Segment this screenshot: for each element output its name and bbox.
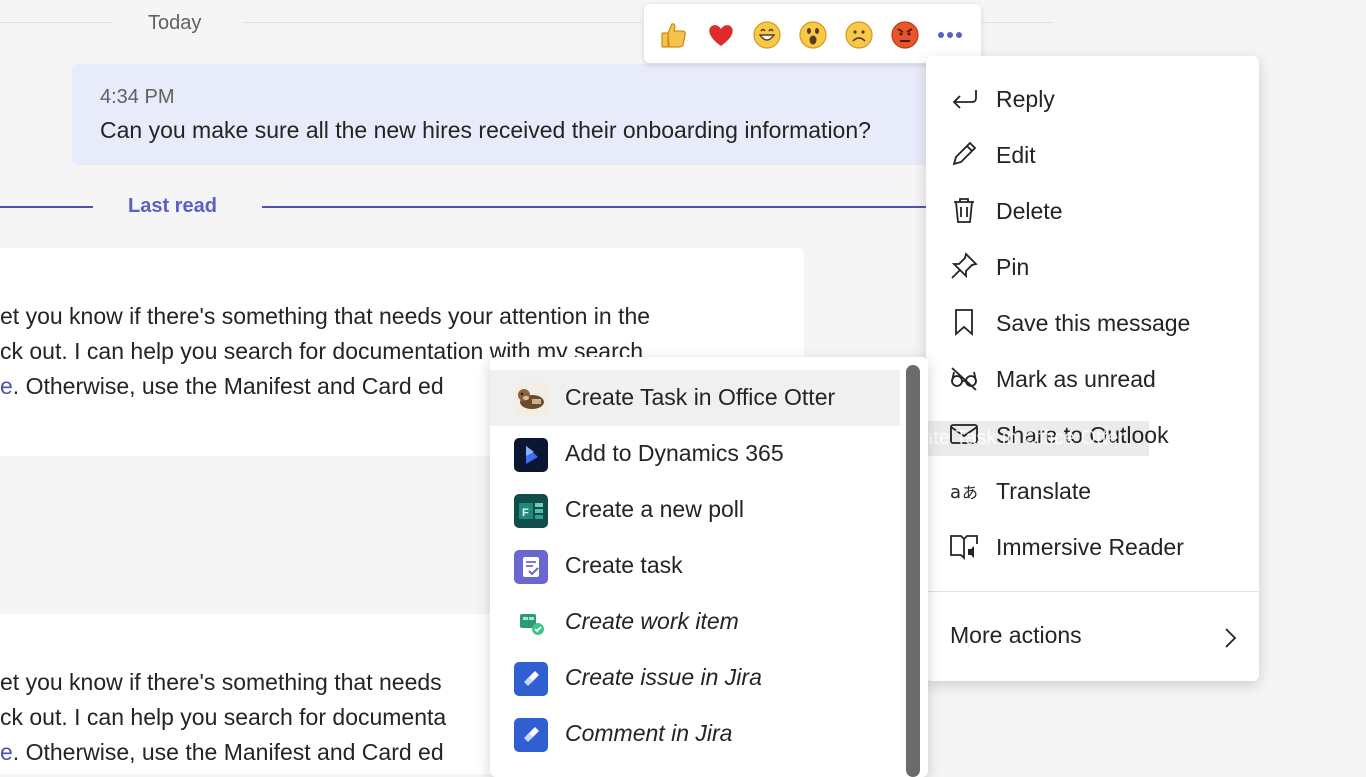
menu-item-mark-unread[interactable]: Mark as unread: [926, 350, 1259, 406]
bot-message-link[interactable]: e: [0, 739, 13, 765]
sent-message-bubble[interactable]: 4:34 PM Can you make sure all the new hi…: [72, 64, 972, 165]
dynamics-365-icon: [514, 438, 548, 472]
svg-text:あ: あ: [962, 483, 978, 502]
bot-message-line: e. Otherwise, use the Manifest and Card …: [0, 739, 444, 766]
bot-message-line: e. Otherwise, use the Manifest and Card …: [0, 373, 444, 400]
surprised-icon[interactable]: [798, 20, 827, 49]
submenu-item-label: Create Task in Office Otter: [565, 384, 836, 410]
bot-message-text: . Otherwise, use the Manifest and Card e…: [12, 373, 444, 399]
submenu-item-label: Comment in Jira: [565, 720, 733, 746]
date-divider-label: Today: [148, 12, 202, 34]
bot-message-line: et you know if there's something that ne…: [0, 669, 442, 695]
menu-item-label: Immersive Reader: [996, 534, 1184, 560]
menu-item-save-message[interactable]: Save this message: [926, 294, 1259, 350]
submenu-scrollbar[interactable]: [906, 365, 920, 777]
bot-message-text: . Otherwise, use the Manifest and Card e…: [12, 739, 444, 765]
reaction-bar: [644, 4, 981, 63]
trash-icon: [954, 198, 974, 223]
submenu-item-label: Create task: [565, 552, 683, 578]
menu-item-label: Mark as unread: [996, 366, 1156, 392]
pencil-icon: [952, 141, 977, 166]
last-read-line-left: [0, 206, 93, 208]
immersive-reader-icon: [950, 535, 978, 561]
jira-icon: [514, 718, 548, 752]
message-timestamp: 4:34 PM: [100, 86, 175, 108]
angry-icon[interactable]: [890, 20, 919, 49]
more-actions-label: More actions: [950, 622, 1082, 648]
bot-message-line: ck out. I can help you search for docume…: [0, 704, 447, 730]
submenu-item-label: Create issue in Jira: [565, 664, 762, 690]
svg-text:a: a: [950, 482, 961, 503]
last-read-line-right: [262, 206, 926, 208]
menu-item-delete[interactable]: Delete: [926, 182, 1259, 238]
menu-item-label: Edit: [996, 142, 1036, 168]
thumbs-up-icon[interactable]: [659, 20, 687, 48]
last-read-label: Last read: [128, 195, 217, 217]
bot-message-link[interactable]: e: [0, 373, 13, 399]
message-text: Can you make sure all the new hires rece…: [100, 117, 871, 143]
translate-icon: aあ: [950, 482, 978, 503]
more-actions-item[interactable]: More actions: [926, 609, 1259, 665]
office-otter-icon: [514, 382, 548, 416]
submenu-item-dynamics-365[interactable]: Add to Dynamics 365: [490, 426, 900, 482]
svg-text:F: F: [522, 507, 529, 519]
today-divider-left: [0, 22, 112, 23]
menu-item-pin[interactable]: Pin: [926, 238, 1259, 294]
menu-item-label: Delete: [996, 198, 1063, 224]
bot-message-line: et you know if there's something that ne…: [0, 303, 651, 329]
submenu-item-create-task[interactable]: Create task: [490, 538, 900, 594]
menu-item-reply[interactable]: Reply: [926, 70, 1259, 126]
today-divider-right-2: [982, 22, 1054, 23]
chevron-right-icon: [1225, 628, 1237, 648]
work-item-icon: [514, 606, 548, 640]
menu-item-label: Translate: [996, 478, 1092, 504]
submenu-item-office-otter[interactable]: Create Task in Office Otter: [490, 370, 900, 426]
submenu-item-work-item[interactable]: Create work item: [490, 594, 900, 650]
submenu-item-new-poll[interactable]: F Create a new poll: [490, 482, 900, 538]
heart-icon[interactable]: [706, 20, 734, 48]
glasses-off-icon: [951, 367, 977, 391]
menu-item-immersive-reader[interactable]: Immersive Reader: [926, 518, 1259, 574]
submenu-item-jira-issue[interactable]: Create issue in Jira: [490, 650, 900, 706]
submenu-item-label: Add to Dynamics 365: [565, 440, 784, 466]
pin-icon: [951, 252, 978, 279]
more-actions-submenu: Create Task in Office Otter Add to Dynam…: [490, 357, 928, 777]
menu-item-label: Reply: [996, 86, 1055, 112]
forms-poll-icon: F: [514, 494, 548, 528]
today-divider-right: [242, 22, 642, 23]
sad-icon[interactable]: [844, 20, 873, 49]
jira-icon: [514, 662, 548, 696]
menu-item-label: Pin: [996, 254, 1030, 280]
task-icon: [514, 550, 548, 584]
submenu-item-label: Create work item: [565, 608, 739, 634]
message-context-menu: Reply Edit Delete Pin Save this message …: [926, 56, 1259, 681]
laugh-icon[interactable]: [752, 20, 781, 49]
submenu-item-jira-comment[interactable]: Comment in Jira: [490, 706, 900, 762]
menu-item-edit[interactable]: Edit: [926, 126, 1259, 182]
reply-icon: [952, 90, 977, 109]
menu-divider: [926, 591, 1259, 592]
bookmark-icon: [955, 309, 973, 336]
menu-item-translate[interactable]: aあ Translate: [926, 462, 1259, 518]
menu-item-label: Save this message: [996, 310, 1191, 336]
submenu-item-label: Create a new poll: [565, 496, 744, 522]
